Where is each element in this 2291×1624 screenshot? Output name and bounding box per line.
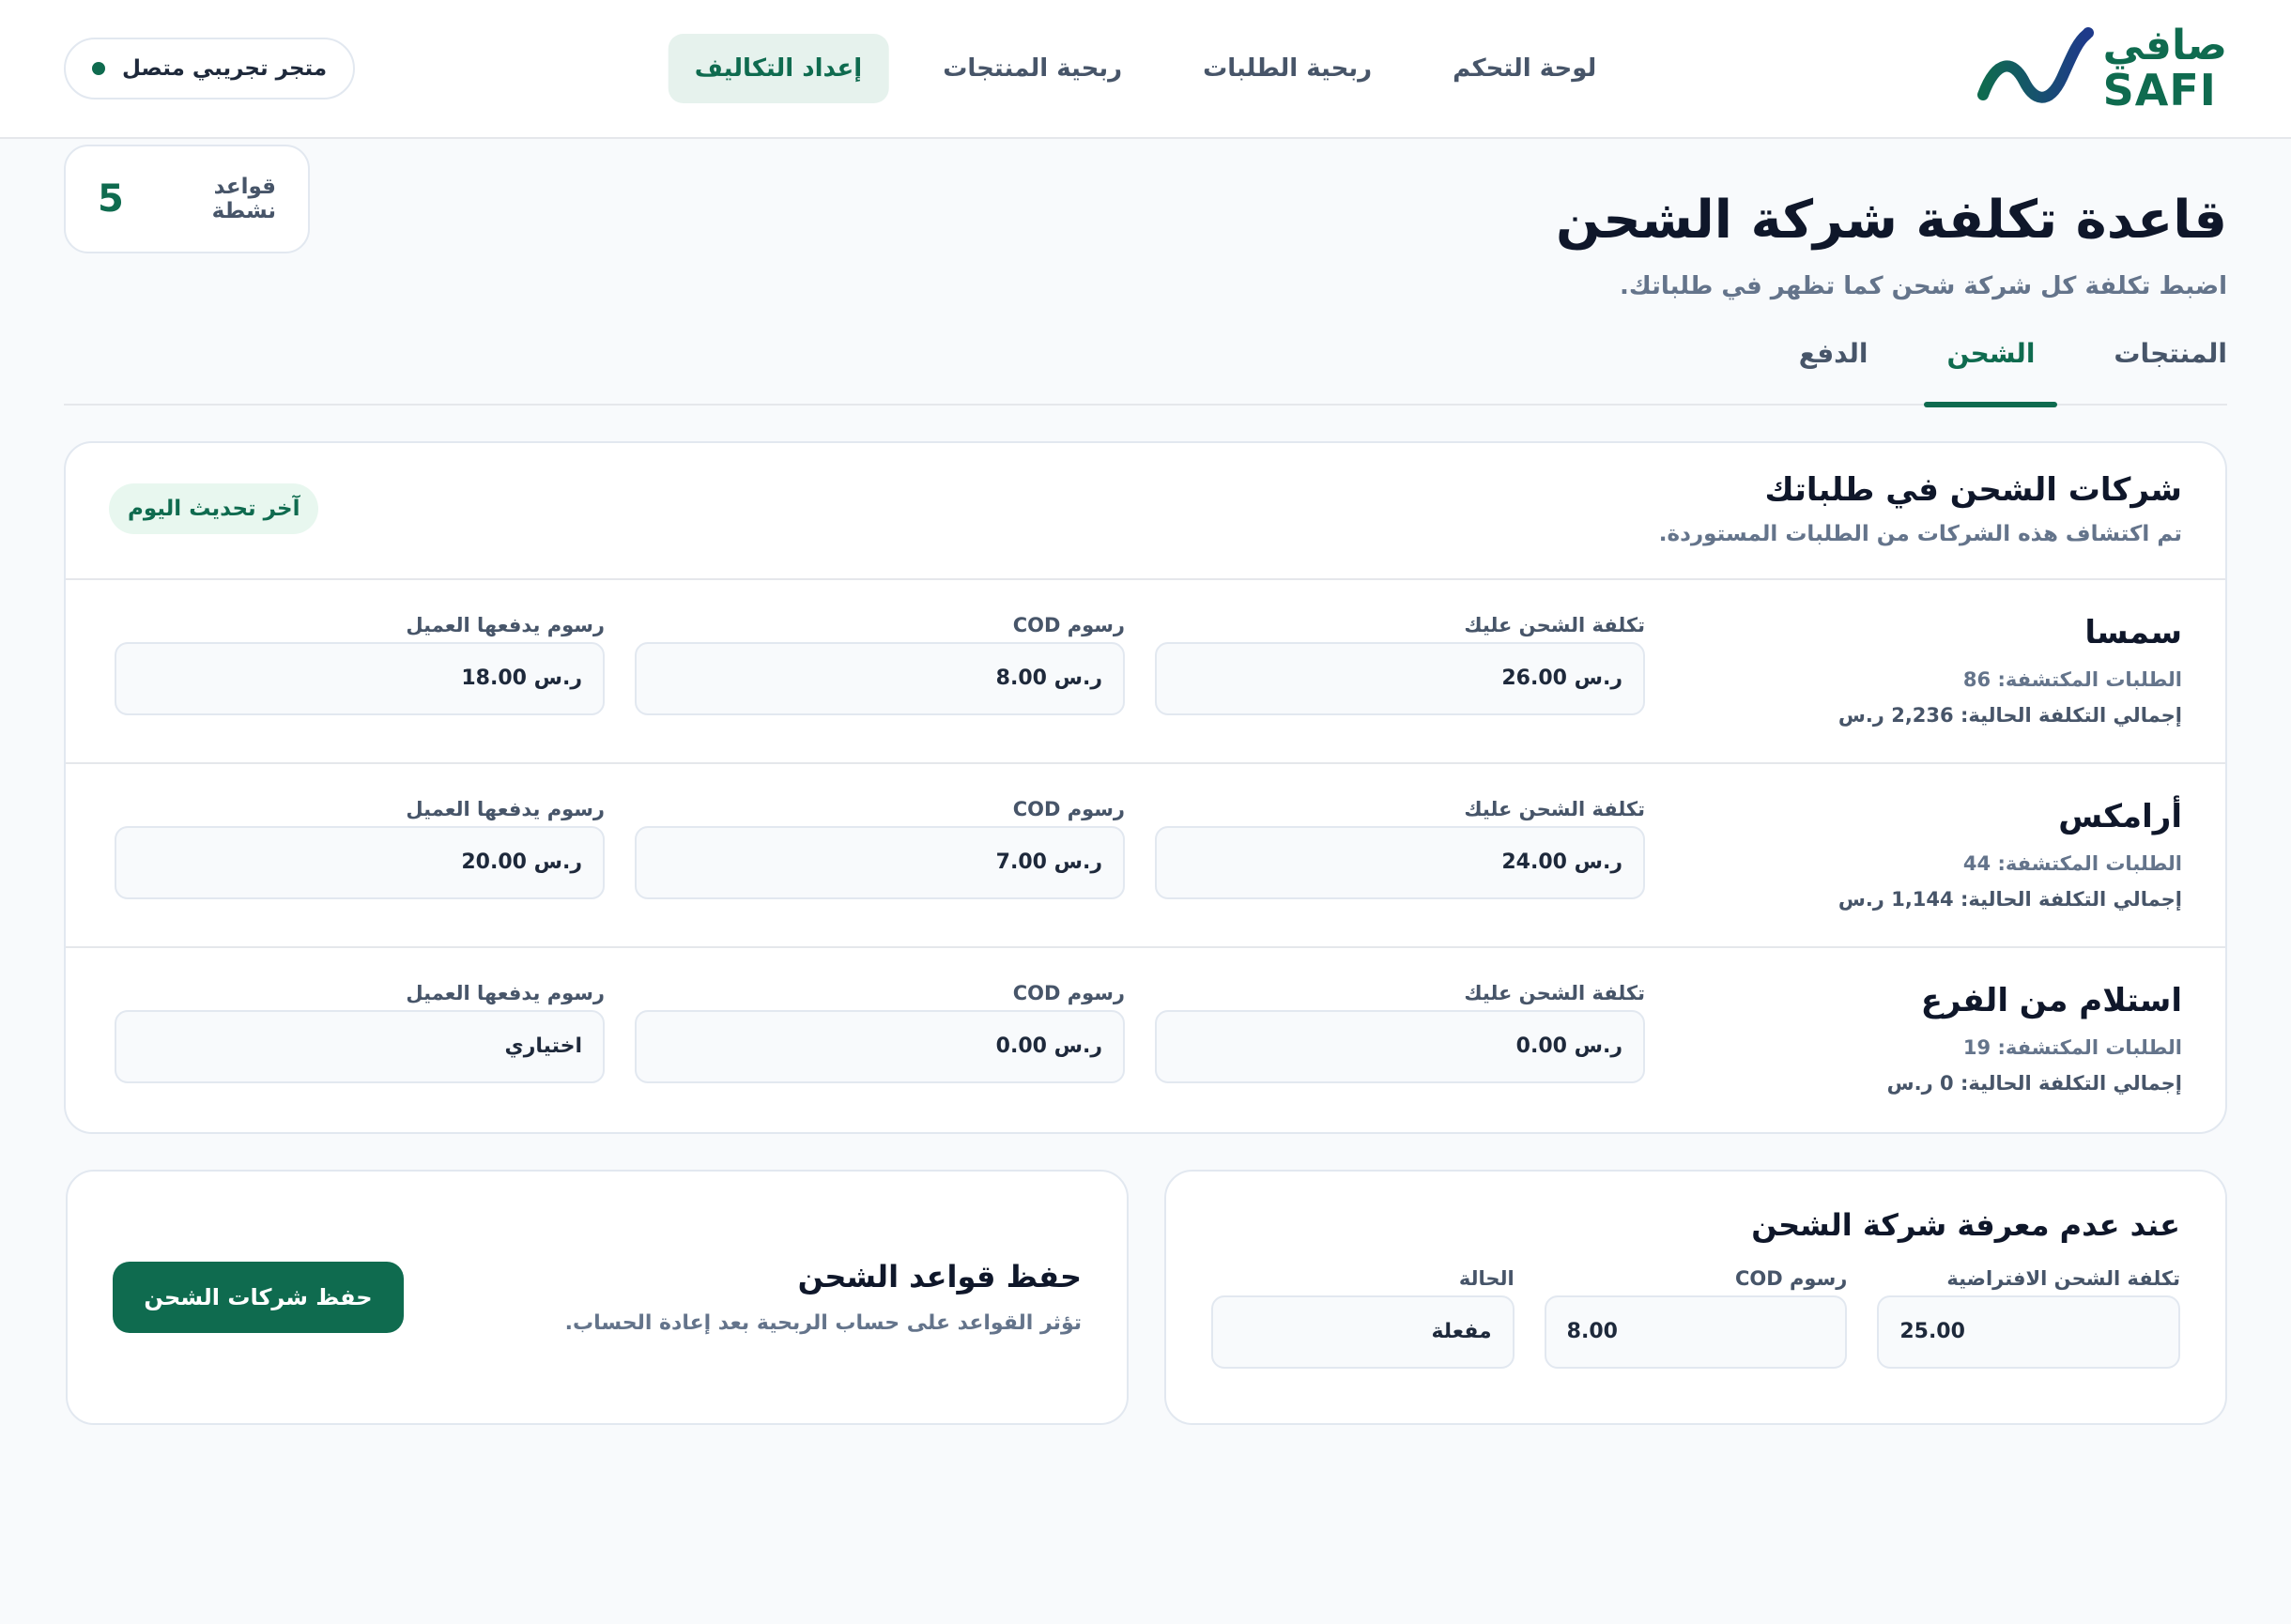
customer-fee-input[interactable]: ر.س 20.00 (115, 825, 605, 899)
customer-fee-field-label: رسوم يدفعها العميل (406, 981, 605, 1004)
default-cost-input[interactable]: 25.00 (1877, 1295, 2180, 1369)
carrier-info: استلام من الفرع الطلبات المكتشفة: 19 إجم… (1694, 982, 2182, 1095)
title-row: قاعدة تكلفة شركة الشحن اضبط تكلفة كل شرك… (64, 145, 2227, 300)
customer-fee-input[interactable]: اختياري (115, 1009, 605, 1083)
cod-fee-input[interactable]: ر.س 0.00 (635, 1009, 1125, 1083)
save-subtitle: تؤثر القواعد على حساب الربحية بعد إعادة … (564, 1311, 1082, 1336)
status-select[interactable]: مفعلة (1210, 1295, 1515, 1369)
carriers-card-header: شركات الشحن في طلباتك تم اكتشاف هذه الشر… (66, 443, 2225, 580)
cost-tabs: المنتجات الشحن الدفع (64, 338, 2227, 407)
customer-fee-field-label: رسوم يدفعها العميل (406, 797, 605, 820)
customer-fee-input[interactable]: ر.س 18.00 (115, 641, 605, 715)
active-rules-count: 5 (98, 177, 124, 221)
carrier-row: استلام من الفرع الطلبات المكتشفة: 19 إجم… (66, 948, 2225, 1132)
active-rules-label: قواعد نشطة (211, 175, 276, 223)
brand-name-ar: صافي (2102, 22, 2227, 69)
carrier-row: أرامكس الطلبات المكتشفة: 44 إجمالي التكل… (66, 764, 2225, 948)
tab-payment[interactable]: الدفع (1776, 338, 1891, 406)
carrier-fields: تكلفة الشحن عليك ر.س 24.00 رسوم COD ر.س … (115, 798, 1645, 899)
fallback-card: عند عدم معرفة شركة الشحن تكلفة الشحن الا… (1164, 1169, 2227, 1425)
store-status-label: متجر تجريبي متصل (122, 56, 328, 81)
page-subtitle: اضبط تكلفة كل شركة شحن كما تظهر في طلبات… (1620, 271, 2227, 300)
brand-name-en: SAFI (2102, 65, 2217, 115)
page-title: قاعدة تكلفة شركة الشحن (1556, 190, 2227, 251)
carriers-card: شركات الشحن في طلباتك تم اكتشاف هذه الشر… (64, 440, 2227, 1134)
carrier-info: أرامكس الطلبات المكتشفة: 44 إجمالي التكل… (1694, 798, 2182, 911)
status-label: الحالة (1458, 1266, 1515, 1290)
nav-item-dashboard[interactable]: لوحة التحكم (1426, 34, 1622, 103)
last-updated-badge: آخر تحديث اليوم (109, 483, 319, 534)
cost-field-label: تكلفة الشحن عليك (1464, 797, 1645, 820)
brand-wave-icon (1976, 27, 2094, 103)
main-content: قاعدة تكلفة شركة الشحن اضبط تكلفة كل شرك… (0, 145, 2291, 1425)
cod-field-label: رسوم COD (1012, 981, 1125, 1004)
cod-field-label: رسوم COD (1012, 613, 1125, 636)
nav-item-order-profitability[interactable]: ربحية الطلبات (1176, 34, 1398, 103)
save-title: حفظ قواعد الشحن (797, 1259, 1082, 1295)
tab-products[interactable]: المنتجات (2091, 338, 2250, 406)
cod-field-label: رسوم COD (1012, 797, 1125, 820)
cost-field-label: تكلفة الشحن عليك (1464, 613, 1645, 636)
top-header: صافي SAFI لوحة التحكم ربحية الطلبات ربحي… (0, 0, 2291, 139)
shipping-cost-input[interactable]: ر.س 0.00 (1155, 1009, 1645, 1083)
carriers-title: شركات الشحن في طلباتك (1764, 470, 2182, 509)
fallback-cod-input[interactable]: 8.00 (1544, 1295, 1848, 1369)
save-text-block: حفظ قواعد الشحن تؤثر القواعد على حساب ال… (565, 1259, 1082, 1335)
nav-item-cost-setup[interactable]: إعداد التكاليف (668, 34, 889, 103)
nav-item-product-profitability[interactable]: ربحية المنتجات (916, 34, 1148, 103)
carrier-detected-orders: الطلبات المكتشفة: 44 (1962, 851, 2182, 875)
brand-logo[interactable]: صافي SAFI (1976, 22, 2227, 115)
carrier-name: سمسا (2084, 613, 2182, 651)
active-rules-card: قواعد نشطة 5 (64, 145, 310, 253)
carrier-fields: تكلفة الشحن عليك ر.س 0.00 رسوم COD ر.س 0… (115, 982, 1645, 1083)
store-status-pill[interactable]: متجر تجريبي متصل (64, 38, 356, 100)
customer-fee-field-label: رسوم يدفعها العميل (406, 613, 605, 636)
save-card: حفظ قواعد الشحن تؤثر القواعد على حساب ال… (66, 1169, 1129, 1425)
carrier-total-cost: إجمالي التكلفة الحالية: 2,236 ر.س (1837, 703, 2182, 727)
carrier-detected-orders: الطلبات المكتشفة: 86 (1962, 667, 2182, 691)
carrier-row: سمسا الطلبات المكتشفة: 86 إجمالي التكلفة… (66, 580, 2225, 764)
fallback-cod-label: رسوم COD (1735, 1266, 1848, 1290)
carrier-name: أرامكس (2058, 797, 2182, 835)
fallback-title: عند عدم معرفة شركة الشحن (1751, 1206, 2180, 1243)
shipping-cost-input[interactable]: ر.س 24.00 (1155, 825, 1645, 899)
fallback-fields: تكلفة الشحن الافتراضية 25.00 رسوم COD 8.… (1210, 1266, 2180, 1369)
carrier-info: سمسا الطلبات المكتشفة: 86 إجمالي التكلفة… (1694, 614, 2182, 727)
main-nav: لوحة التحكم ربحية الطلبات ربحية المنتجات… (668, 34, 1623, 103)
tab-shipping[interactable]: الشحن (1924, 338, 2058, 407)
carrier-total-cost: إجمالي التكلفة الحالية: 0 ر.س (1886, 1071, 2182, 1095)
save-carriers-button[interactable]: حفظ شركات الشحن (113, 1261, 404, 1333)
bottom-row: عند عدم معرفة شركة الشحن تكلفة الشحن الا… (64, 1169, 2227, 1425)
carrier-detected-orders: الطلبات المكتشفة: 19 (1962, 1035, 2182, 1059)
title-block: قاعدة تكلفة شركة الشحن اضبط تكلفة كل شرك… (1556, 192, 2227, 300)
cod-fee-input[interactable]: ر.س 7.00 (635, 825, 1125, 899)
cost-field-label: تكلفة الشحن عليك (1464, 981, 1645, 1004)
carrier-total-cost: إجمالي التكلفة الحالية: 1,144 ر.س (1837, 887, 2182, 911)
cod-fee-input[interactable]: ر.س 8.00 (635, 641, 1125, 715)
connected-dot-icon (92, 62, 105, 75)
carrier-name: استلام من الفرع (1920, 981, 2182, 1019)
shipping-cost-input[interactable]: ر.س 26.00 (1155, 641, 1645, 715)
carrier-fields: تكلفة الشحن عليك ر.س 26.00 رسوم COD ر.س … (115, 614, 1645, 715)
brand-wordmark: صافي SAFI (2102, 22, 2227, 115)
default-cost-label: تكلفة الشحن الافتراضية (1946, 1266, 2180, 1290)
carriers-subtitle: تم اكتشاف هذه الشركات من الطلبات المستور… (1658, 521, 2182, 546)
